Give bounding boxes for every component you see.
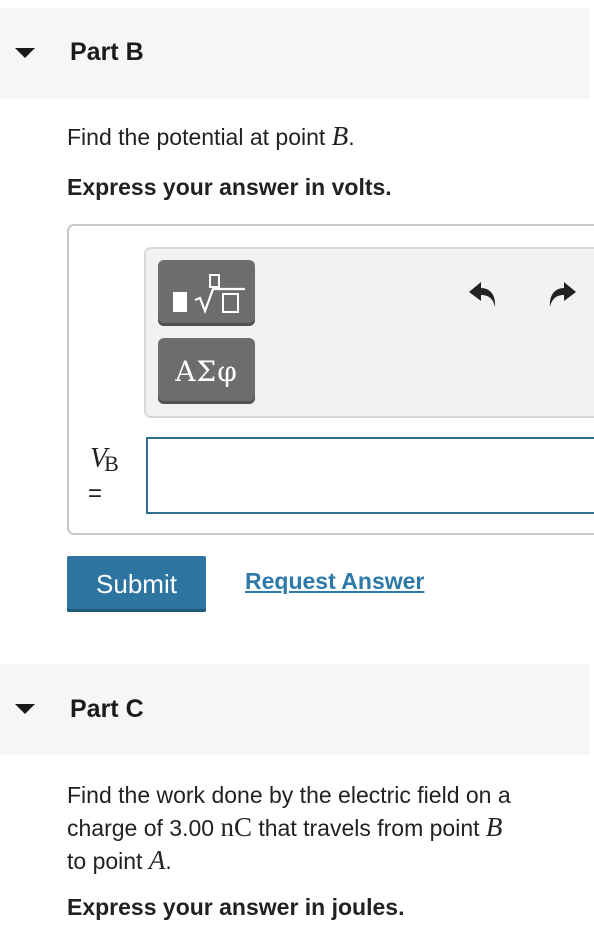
redo-icon xyxy=(549,282,576,307)
point-b-var: B xyxy=(331,121,349,151)
template-button[interactable] xyxy=(158,260,255,326)
greek-symbols-button[interactable]: ΑΣφ xyxy=(158,338,255,404)
part-b-title: Part B xyxy=(70,38,144,66)
part-b-header[interactable]: Part B xyxy=(0,8,590,99)
submit-button[interactable]: Submit xyxy=(67,556,206,612)
request-answer-link[interactable]: Request Answer xyxy=(245,568,424,595)
equals-sign: = xyxy=(88,480,103,507)
point-b-var: B xyxy=(485,812,503,842)
undo-button[interactable] xyxy=(467,277,501,311)
part-c-instruction: Express your answer in joules. xyxy=(67,894,405,920)
part-c-header[interactable]: Part C xyxy=(0,664,590,755)
fraction-sqrt-template-icon xyxy=(172,274,245,315)
collapse-caret-icon[interactable] xyxy=(15,48,35,58)
redo-button[interactable] xyxy=(544,277,578,311)
collapse-caret-icon[interactable] xyxy=(15,704,35,714)
greek-symbols-label: ΑΣφ xyxy=(175,354,238,388)
part-c-prompt: Find the work done by the electric field… xyxy=(67,782,511,875)
part-c-title: Part C xyxy=(70,695,144,723)
part-b-prompt: Find the potential at point B. xyxy=(67,121,355,151)
part-b-instruction: Express your answer in volts. xyxy=(67,174,392,200)
variable-label: VB xyxy=(90,443,119,476)
undo-icon xyxy=(469,282,496,307)
answer-input[interactable] xyxy=(146,437,594,514)
point-a-var: A xyxy=(148,845,166,875)
unit-nc: nC xyxy=(220,812,252,842)
